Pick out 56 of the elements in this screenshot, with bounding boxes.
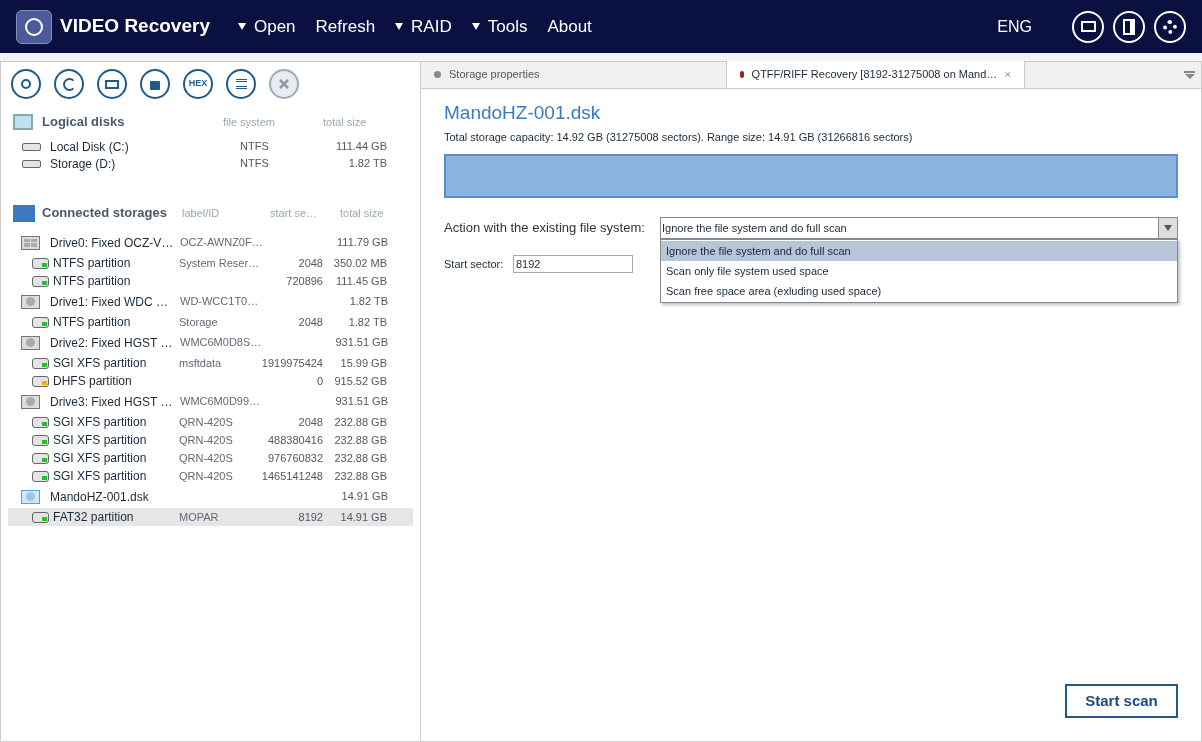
disk-image-icon (21, 489, 40, 504)
menu-item[interactable]: About (547, 13, 592, 40)
dropdown-triangle-icon (237, 23, 246, 30)
partition-row[interactable]: NTFS partition 720896 111.45 GB (8, 272, 413, 290)
column-header: total size (340, 205, 384, 221)
dropdown-triangle-icon (471, 23, 480, 30)
monitor-icon (13, 114, 33, 130)
partition-row[interactable]: SGI XFS partition QRN-420S 1465141248 232.88 GB (8, 467, 413, 485)
column-header: file system (223, 114, 276, 130)
column-header: label/ID (182, 205, 221, 221)
start-sector-label: Start sector: (444, 256, 505, 272)
close-icon[interactable] (269, 69, 299, 99)
column-header: total size (323, 114, 367, 130)
drive-icon (21, 235, 40, 250)
logical-disk-row[interactable]: Local Disk (C:) NTFS 111.44 GB (8, 138, 413, 155)
partition-row[interactable]: NTFS partition System Reser… 2048 350.02 MB (8, 254, 413, 272)
partition-row[interactable]: DHFS partition 0 915.52 GB (8, 372, 413, 390)
start-sector-field[interactable]: 8192 (513, 255, 633, 273)
drive-row[interactable]: Drive2: Fixed HGST … WMC6M0D8S… 931.51 GB (8, 331, 413, 354)
menu-item[interactable]: RAID (395, 13, 452, 40)
list-icon[interactable] (226, 69, 256, 99)
dropdown-triangle-icon (395, 23, 404, 30)
capacity-info: Total storage capacity: 14.92 GB (31275008 sectors). Range size: 14.91 GB (31266816 sectors) (444, 129, 914, 145)
app-title: VIDEO Recovery (60, 14, 210, 39)
column-header: start se… (270, 205, 319, 221)
storage-title: MandoHZ-001.dsk (444, 101, 602, 125)
menu-item[interactable]: Open (237, 13, 296, 40)
tab[interactable]: QTFF/RIFF Recovery [8192-31275008 on Mand… (727, 61, 1025, 88)
partition-row[interactable]: SGI XFS partition QRN-420S 976760832 232.88 GB (8, 449, 413, 467)
menu-item[interactable]: Refresh (315, 13, 376, 40)
dropdown-option[interactable]: Scan free space area (exluding used space) (661, 281, 1177, 301)
start-scan-button[interactable]: Start scan (1065, 684, 1178, 718)
drive-icon (21, 335, 40, 350)
section-title: Logical disks (42, 113, 126, 132)
partition-row[interactable]: FAT32 partition MOPAR 8192 14.91 GB (8, 508, 413, 526)
dropdown-option[interactable]: Ignore the file system and do full scan (661, 241, 1177, 261)
partition-row[interactable]: SGI XFS partition msftdata 1919975424 15.99 GB (8, 354, 413, 372)
partition-row[interactable]: SGI XFS partition QRN-420S 2048 232.88 GB (8, 413, 413, 431)
drive-icon (21, 394, 40, 409)
hex-icon[interactable]: HEX (183, 69, 213, 99)
drive-row[interactable]: MandoHZ-001.dsk 14.91 GB (8, 485, 413, 508)
tab-menu-icon[interactable] (1184, 71, 1195, 79)
dropdown-option[interactable]: Scan only file system used space (661, 261, 1177, 281)
menu-item[interactable]: Tools (471, 13, 528, 40)
partition-row[interactable]: SGI XFS partition QRN-420S 488380416 232.88 GB (8, 431, 413, 449)
logical-disk-row[interactable]: Storage (D:) NTFS 1.82 TB (8, 155, 413, 172)
drive-row[interactable]: Drive1: Fixed WDC … WD-WCC1T0… 1.82 TB (8, 290, 413, 313)
section-title: Connected storages (42, 204, 168, 223)
action-label: Action with the existing file system: (444, 219, 646, 238)
drive-row[interactable]: Drive3: Fixed HGST … WMC6M0D99… 931.51 GB (8, 390, 413, 413)
partition-row[interactable]: NTFS partition Storage 2048 1.82 TB (8, 313, 413, 331)
storage-stack-icon (13, 204, 35, 222)
language-button[interactable]: ENG (997, 14, 1032, 39)
drive-row[interactable]: Drive0: Fixed OCZ-V… OCZ-AWNZ0F… 111.79 GB (8, 231, 413, 254)
drive-icon (21, 294, 40, 309)
panel-icon[interactable] (1113, 10, 1145, 43)
